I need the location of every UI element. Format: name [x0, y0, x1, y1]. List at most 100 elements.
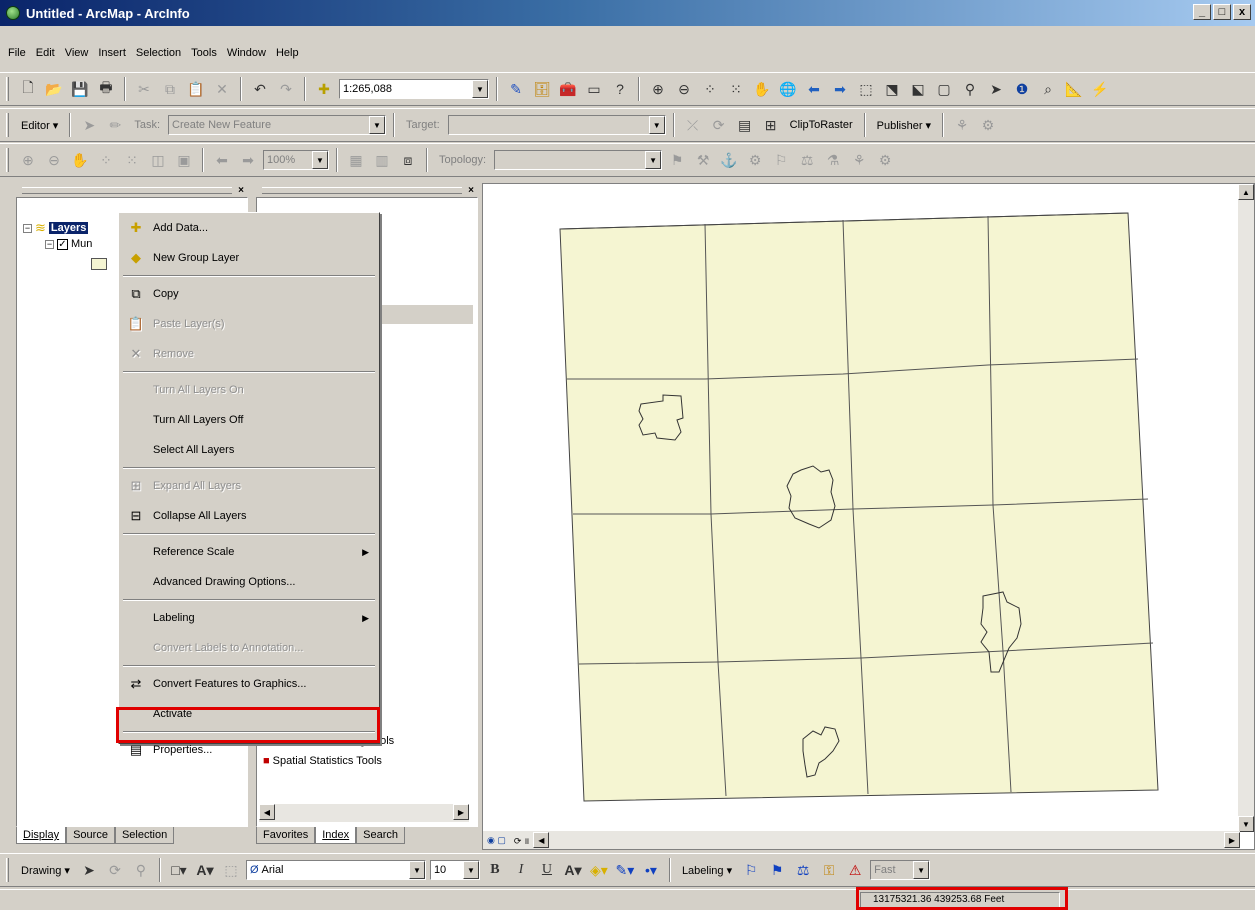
fixed-zoom-in-icon[interactable]: ⁘: [699, 78, 721, 100]
task-combo[interactable]: Create New Feature ▼: [168, 115, 387, 135]
back-extent-icon[interactable]: ⬅: [803, 78, 825, 100]
map-scale-combo[interactable]: 1:265,088 ▼: [339, 79, 489, 99]
drawing-menu-button[interactable]: Drawing ▾: [17, 859, 74, 881]
context-menu-item[interactable]: ⊟ Collapse All Layers: [119, 501, 379, 531]
arctoolbox-icon[interactable]: 🧰: [557, 78, 579, 100]
paste-toolbar-icon[interactable]: 📋: [185, 78, 207, 100]
close-button[interactable]: x: [1233, 4, 1251, 20]
line-color-icon[interactable]: ✎▾: [614, 859, 636, 881]
zoom-to-selected-icon[interactable]: ⚲: [130, 859, 152, 881]
topology-error-icon[interactable]: ⚐: [770, 149, 792, 171]
refresh-view-icon[interactable]: ⟳ ॥: [510, 834, 533, 847]
add-data-toolbar-icon[interactable]: ✚: [313, 78, 335, 100]
hyperlink-tool-icon[interactable]: ⚡: [1089, 78, 1111, 100]
new-document-icon[interactable]: 🗋: [17, 78, 39, 100]
full-extent-icon[interactable]: 🌐: [777, 78, 799, 100]
chevron-down-icon[interactable]: ▼: [408, 861, 425, 879]
whats-this-icon[interactable]: ?: [609, 78, 631, 100]
forward-extent-icon[interactable]: ➡: [829, 78, 851, 100]
publisher-settings-icon[interactable]: ⚙: [977, 114, 999, 136]
scroll-down-icon[interactable]: ▼: [1238, 816, 1254, 832]
context-menu-item[interactable]: Labeling ▶: [119, 603, 379, 633]
change-layout-icon[interactable]: ⧈: [397, 149, 419, 171]
focus-data-frame-icon[interactable]: ▥: [371, 149, 393, 171]
undo-icon[interactable]: ↶: [249, 78, 271, 100]
menu-view[interactable]: View: [65, 47, 89, 59]
label-priority-icon[interactable]: ⚑: [766, 859, 788, 881]
map-hscrollbar[interactable]: ◉ ▢ ⟳ ॥ ◀ ▶: [483, 831, 1240, 849]
arccatalog-icon[interactable]: 🗄: [531, 78, 553, 100]
zoom-out-icon[interactable]: ⊖: [673, 78, 695, 100]
layer-symbol-swatch[interactable]: [91, 258, 107, 270]
chevron-down-icon[interactable]: ▼: [648, 116, 665, 134]
tab-search[interactable]: Search: [356, 827, 406, 844]
publisher-tool-icon[interactable]: ⚘: [951, 114, 973, 136]
menu-window[interactable]: Window: [227, 47, 266, 59]
menu-help[interactable]: Help: [276, 47, 299, 59]
layout-forward-icon[interactable]: ➡: [237, 149, 259, 171]
minimize-button[interactable]: _: [1193, 4, 1211, 20]
select-by-graphics-icon[interactable]: ⬚: [855, 78, 877, 100]
tab-favorites[interactable]: Favorites: [256, 827, 316, 844]
redo-icon[interactable]: ↷: [275, 78, 297, 100]
scroll-left-icon[interactable]: ◀: [259, 804, 275, 820]
clear-selection-icon[interactable]: ⬕: [907, 78, 929, 100]
context-menu-item[interactable]: ⧉ Copy: [119, 279, 379, 309]
bold-icon[interactable]: B: [484, 859, 506, 881]
label-weight-icon[interactable]: ⚖: [792, 859, 814, 881]
font-color-icon[interactable]: A▾: [562, 859, 584, 881]
save-icon[interactable]: 💾: [69, 78, 91, 100]
scroll-right-icon[interactable]: ▶: [1224, 832, 1240, 848]
layout-zoom-in-icon[interactable]: ⊕: [17, 149, 39, 171]
tab-index[interactable]: Index: [315, 827, 357, 844]
layout-whole-page-icon[interactable]: ▣: [173, 149, 195, 171]
menu-edit[interactable]: Edit: [36, 47, 55, 59]
cliptoraster-icon[interactable]: ⊞: [760, 114, 782, 136]
identify-icon[interactable]: ❶: [1011, 78, 1033, 100]
context-menu-item[interactable]: ⇄ Convert Features to Graphics...: [119, 669, 379, 699]
context-menu-item[interactable]: Reference Scale ▶: [119, 537, 379, 567]
print-icon[interactable]: 🖶: [95, 78, 117, 100]
scroll-right-icon[interactable]: ▶: [453, 804, 469, 820]
topology-inspector-icon[interactable]: ⚖: [796, 149, 818, 171]
marker-color-icon[interactable]: •▾: [640, 859, 662, 881]
chevron-down-icon[interactable]: ▼: [312, 151, 328, 169]
fixed-zoom-out-icon[interactable]: ⁙: [725, 78, 747, 100]
attributes-icon[interactable]: ▤: [734, 114, 756, 136]
layout-back-icon[interactable]: ⬅: [211, 149, 233, 171]
topology-fix-icon[interactable]: ⚙: [744, 149, 766, 171]
fill-color-icon[interactable]: ◈▾: [588, 859, 610, 881]
rotate-tool-icon[interactable]: ⟳: [708, 114, 730, 136]
cut-icon[interactable]: ✂: [133, 78, 155, 100]
delete-icon[interactable]: ✕: [211, 78, 233, 100]
topology-tool-c-icon[interactable]: ⚙: [874, 149, 896, 171]
close-icon[interactable]: ×: [468, 185, 474, 196]
context-menu-item[interactable]: Select All Layers: [119, 435, 379, 465]
edit-vertices-icon[interactable]: ⬚: [220, 859, 242, 881]
hyperlink-icon[interactable]: ⚲: [959, 78, 981, 100]
data-view-icon[interactable]: ◉ ▢: [483, 835, 510, 846]
publisher-menu-button[interactable]: Publisher ▾: [873, 114, 935, 136]
menu-selection[interactable]: Selection: [136, 47, 181, 59]
editor-toolbar-icon[interactable]: ✎: [505, 78, 527, 100]
sketch-tool-icon[interactable]: ✏: [104, 114, 126, 136]
tab-source[interactable]: Source: [66, 827, 115, 844]
toggle-draft-icon[interactable]: ▦: [345, 149, 367, 171]
collapse-icon[interactable]: −: [45, 239, 54, 249]
map-canvas[interactable]: [483, 184, 1238, 829]
context-menu-item[interactable]: Convert Labels to Annotation...: [119, 633, 379, 663]
layout-fixed-out-icon[interactable]: ⁙: [121, 149, 143, 171]
tab-selection[interactable]: Selection: [114, 827, 175, 844]
layer-visibility-checkbox[interactable]: ✓: [57, 238, 68, 250]
close-icon[interactable]: ×: [238, 185, 244, 196]
layout-zoom-combo[interactable]: 100% ▼: [263, 150, 329, 170]
map-display[interactable]: ▲ ▼ ◉ ▢ ⟳ ॥ ◀ ▶: [482, 183, 1255, 850]
pan-icon[interactable]: ✋: [751, 78, 773, 100]
refresh-icon[interactable]: ▢: [933, 78, 955, 100]
context-menu-item[interactable]: Turn All Layers Off: [119, 405, 379, 435]
chevron-down-icon[interactable]: ▼: [369, 116, 386, 134]
context-menu-item[interactable]: Turn All Layers On: [119, 375, 379, 405]
topology-tool-a-icon[interactable]: ⚗: [822, 149, 844, 171]
target-combo[interactable]: ▼: [447, 115, 666, 135]
rotate-icon[interactable]: ⟳: [104, 859, 126, 881]
